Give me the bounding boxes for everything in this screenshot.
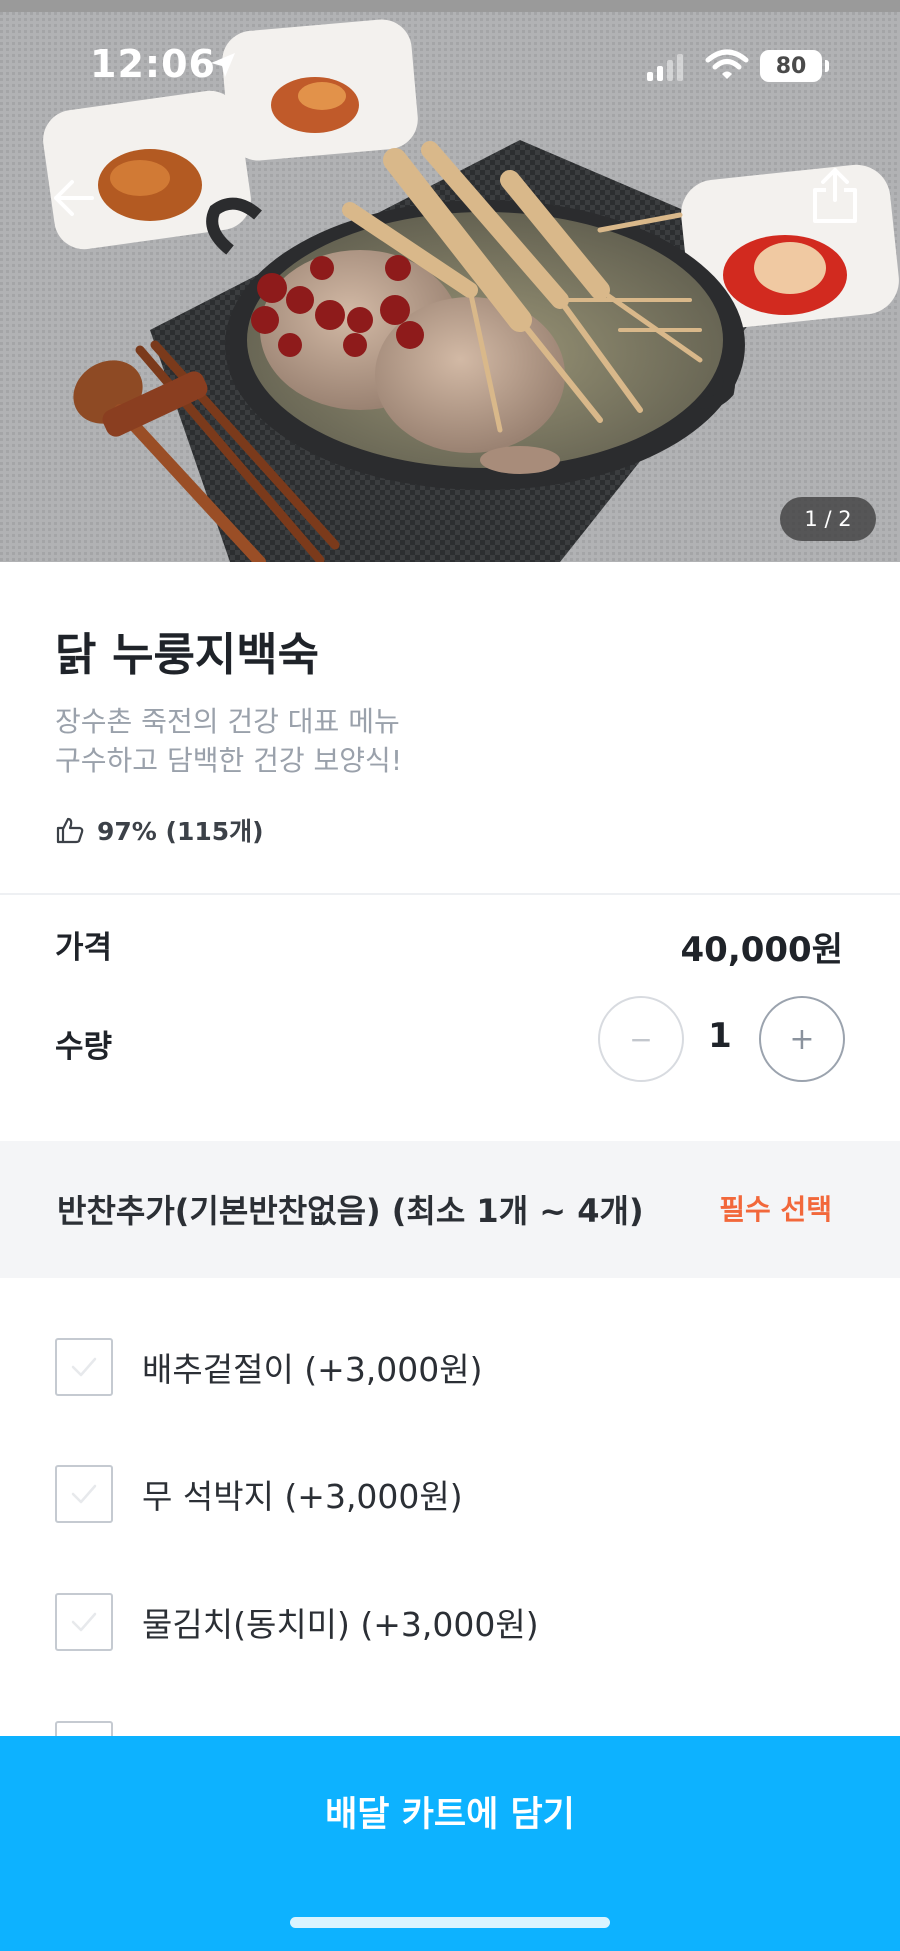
quantity-label: 수량 <box>55 1029 113 1065</box>
cellular-signal-icon <box>647 54 683 81</box>
option-group-title: 반찬추가(기본반찬없음) (최소 1개 ~ 4개) <box>57 1192 644 1230</box>
status-time: 12:06 <box>90 42 216 86</box>
minus-icon: − <box>629 1022 653 1056</box>
back-arrow-icon[interactable] <box>48 176 98 220</box>
price-label: 가격 <box>55 930 113 966</box>
option-label: 무 석박지 (+3,000원) <box>142 1477 463 1516</box>
check-icon <box>71 1484 97 1504</box>
location-arrow-icon <box>211 53 235 77</box>
quantity-value: 1 <box>708 1016 732 1056</box>
price-value: 40,000원 <box>680 930 843 970</box>
plus-icon: + <box>789 1021 815 1057</box>
add-to-cart-label: 배달 카트에 담기 <box>325 1795 575 1835</box>
battery-level: 80 <box>775 53 807 79</box>
home-indicator <box>290 1917 610 1928</box>
product-description-line: 장수촌 죽전의 건강 대표 메뉴 <box>55 705 400 738</box>
option-item[interactable]: 물김치(동치미) (+3,000원) <box>55 1592 539 1652</box>
quantity-decrease-button[interactable]: − <box>598 996 684 1082</box>
wifi-icon <box>705 49 749 79</box>
section-divider <box>0 893 900 895</box>
image-page-indicator: 1 / 2 <box>780 497 876 541</box>
battery-icon: 80 <box>760 50 829 82</box>
share-icon[interactable] <box>810 166 860 226</box>
option-item[interactable]: 배추겉절이 (+3,000원) <box>55 1337 483 1397</box>
option-checkbox[interactable] <box>55 1338 113 1396</box>
product-description: 장수촌 죽전의 건강 대표 메뉴 구수하고 담백한 건강 보양식! <box>55 702 402 780</box>
check-icon <box>71 1612 97 1632</box>
product-image-carousel[interactable]: 12:06 80 1 / 2 <box>0 0 900 562</box>
rating-text: 97% (115개) <box>97 817 264 846</box>
required-badge: 필수 선택 <box>719 1193 832 1226</box>
product-description-line: 구수하고 담백한 건강 보양식! <box>55 744 403 777</box>
option-label: 물김치(동치미) (+3,000원) <box>142 1605 539 1644</box>
option-label: 배추겉절이 (+3,000원) <box>142 1350 483 1389</box>
product-title: 닭 누룽지백숙 <box>55 628 320 681</box>
thumbs-up-icon <box>56 817 84 844</box>
option-checkbox[interactable] <box>55 1465 113 1523</box>
check-icon <box>71 1357 97 1377</box>
option-group-header: 반찬추가(기본반찬없음) (최소 1개 ~ 4개) 필수 선택 <box>0 1141 900 1278</box>
product-rating: 97% (115개) <box>55 812 264 848</box>
option-item[interactable]: 무 석박지 (+3,000원) <box>55 1464 463 1524</box>
quantity-increase-button[interactable]: + <box>759 996 845 1082</box>
option-checkbox[interactable] <box>55 1593 113 1651</box>
status-bar: 12:06 80 <box>0 0 900 130</box>
